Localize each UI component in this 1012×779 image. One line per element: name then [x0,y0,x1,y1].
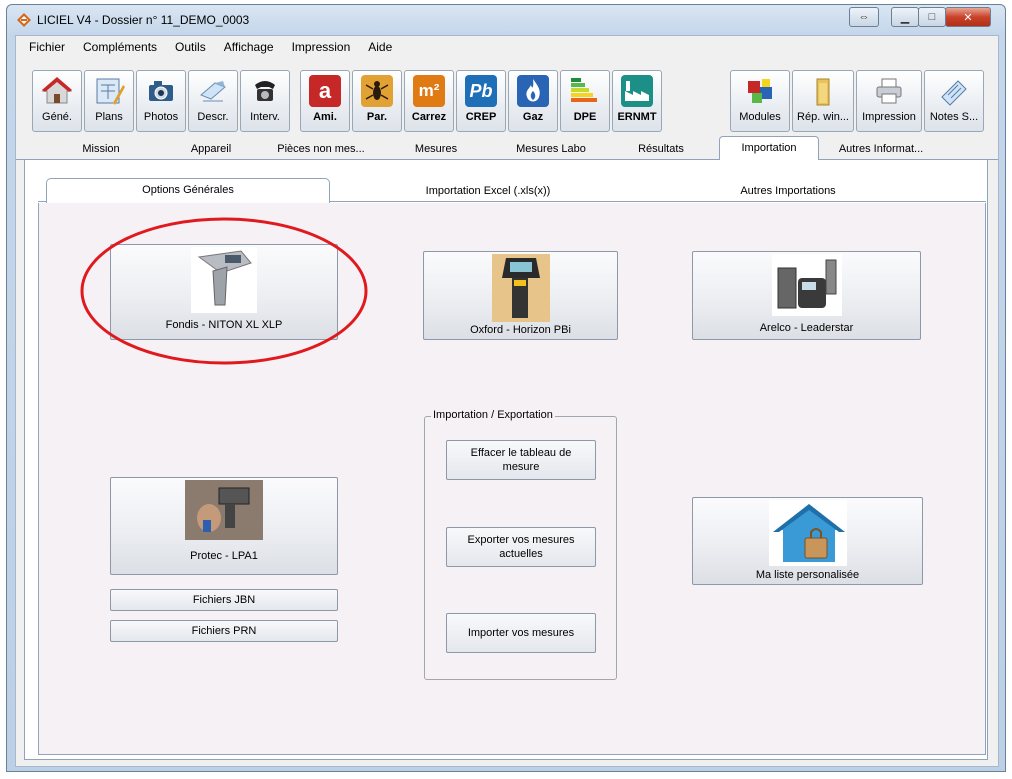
export-measures-button[interactable]: Exporter vos mesures actuelles [446,527,596,567]
maximize-button[interactable]: □ [918,7,946,27]
tab-mission[interactable]: Mission [46,138,156,160]
printer-icon [876,78,902,104]
tab-pieces-non-mesurees[interactable]: Pièces non mes... [266,138,376,160]
fondis-label: Fondis - NITON XL XLP [165,319,283,331]
toolbar-modules-button[interactable]: Modules [730,70,790,132]
tab-resultats[interactable]: Résultats [611,138,711,160]
arelco-device-icon [771,254,842,316]
toolbar-descr-button[interactable]: Descr. [188,70,238,132]
menu-fichier[interactable]: Fichier [20,36,74,58]
protec-lpa1-button[interactable]: Protec - LPA1 [110,477,338,575]
toolbar-rep-win-button[interactable]: Rép. win... [792,70,854,132]
crep-icon: Pb [465,75,497,107]
dpe-icon [571,78,597,102]
modules-icon [748,79,772,103]
window-title: LICIEL V4 - Dossier n° 11_DEMO_0003 [37,13,250,27]
toolbar-interv-button[interactable]: Interv. [240,70,290,132]
niton-analyzer-icon [191,247,257,313]
minimize-button[interactable]: ▁ [891,7,919,27]
fichiers-prn-button[interactable]: Fichiers PRN [110,620,338,642]
fondis-niton-button[interactable]: Fondis - NITON XL XLP [110,244,338,340]
app-logo-icon [17,13,31,27]
title-bar[interactable]: LICIEL V4 - Dossier n° 11_DEMO_0003 ⇔ ▁ … [7,5,1005,35]
tab-mesures-labo[interactable]: Mesures Labo [496,138,606,160]
oxford-horizon-button[interactable]: Oxford - Horizon PBi [423,251,618,340]
house-icon [41,77,73,104]
tab-importation[interactable]: Importation [719,136,819,161]
custom-list-house-icon [768,500,847,566]
oxford-analyzer-icon [491,254,550,322]
termite-icon [361,75,393,107]
description-icon [200,81,226,102]
toolbar-crep-button[interactable]: Pb CREP [456,70,506,132]
toolbar-dpe-button[interactable]: DPE [560,70,610,132]
clear-measures-button[interactable]: Effacer le tableau de mesure [446,440,596,480]
toolbar-notes-button[interactable]: Notes S... [924,70,984,132]
protec-label: Protec - LPA1 [190,550,258,562]
fichiers-jbn-button[interactable]: Fichiers JBN [110,589,338,611]
plans-icon [96,78,125,105]
gas-flame-icon [517,75,549,107]
subtab-autres-importations[interactable]: Autres Importations [638,180,938,202]
toolbar-amiante-button[interactable]: a Ami. [300,70,350,132]
notes-icon [941,80,967,106]
menu-affichage[interactable]: Affichage [215,36,283,58]
main-tab-bar: Mission Appareil Pièces non mes... Mesur… [16,136,998,161]
arelco-label: Arelco - Leaderstar [759,322,854,334]
folder-icon [816,78,830,106]
toolbar-plans-button[interactable]: Plans [84,70,134,132]
toolbar-gaz-button[interactable]: Gaz [508,70,558,132]
tab-appareil[interactable]: Appareil [156,138,266,160]
subtab-options-generales[interactable]: Options Générales [46,178,330,203]
factory-icon [621,75,653,107]
phone-icon [255,81,275,101]
arelco-leaderstar-button[interactable]: Arelco - Leaderstar [692,251,921,340]
import-export-title: Importation / Exportation [431,409,555,421]
close-button[interactable]: ✕ [945,7,991,27]
ma-liste-personalisee-button[interactable]: Ma liste personalisée [692,497,923,585]
toolbar-gene-button[interactable]: Géné. [32,70,82,132]
toolbar: Géné. Plans Photos Descr. Interv. a Ami.… [16,60,998,132]
menu-aide[interactable]: Aide [359,36,401,58]
toolbar-parasites-button[interactable]: Par. [352,70,402,132]
menu-bar: Fichier Compléments Outils Affichage Imp… [16,36,998,58]
toolbar-ernmt-button[interactable]: ERNMT [612,70,662,132]
tab-mesures[interactable]: Mesures [386,138,486,160]
protec-analyzer-icon [185,480,263,540]
ma-liste-label: Ma liste personalisée [755,569,860,581]
subtab-importation-excel[interactable]: Importation Excel (.xls(x)) [338,180,638,202]
menu-outils[interactable]: Outils [166,36,215,58]
import-measures-button[interactable]: Importer vos mesures [446,613,596,653]
restore-size-button[interactable]: ⇔ [849,7,879,27]
amiante-icon: a [309,75,341,107]
sub-tab-bar: Options Générales Importation Excel (.xl… [38,178,986,203]
toolbar-impression-button[interactable]: Impression [856,70,922,132]
menu-impression[interactable]: Impression [283,36,360,58]
menu-complements[interactable]: Compléments [74,36,166,58]
carrez-icon: m² [413,75,445,107]
oxford-label: Oxford - Horizon PBi [470,324,571,336]
toolbar-photos-button[interactable]: Photos [136,70,186,132]
tab-autres-informations[interactable]: Autres Informat... [826,138,936,160]
toolbar-carrez-button[interactable]: m² Carrez [404,70,454,132]
camera-icon [149,81,173,101]
